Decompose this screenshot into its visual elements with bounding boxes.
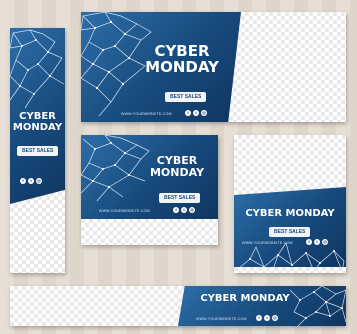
facebook-icon[interactable]: f — [173, 207, 179, 213]
website-url[interactable]: WWW.YOURWEBSITE.COM — [242, 241, 293, 245]
social-icons: f t ◎ — [306, 239, 328, 245]
skyscraper-title: CYBER MONDAY — [10, 111, 65, 133]
facebook-icon[interactable]: f — [20, 178, 26, 184]
facebook-icon[interactable]: f — [185, 110, 191, 116]
best-sales-button[interactable]: BEST SALES — [269, 227, 311, 237]
instagram-icon[interactable]: ◎ — [189, 207, 195, 213]
title-line-1: CYBER — [19, 111, 56, 122]
square-title: CYBER MONDAY — [245, 208, 335, 219]
skyscraper-banner: CYBER MONDAY BEST SALES f t ◎ — [10, 28, 65, 273]
twitter-icon[interactable]: t — [193, 110, 199, 116]
website-url[interactable]: WWW.YOURWEBSITE.COM — [121, 112, 172, 116]
title-line-2: MONDAY — [12, 121, 63, 133]
leaderboard-title: CYBER MONDAY — [200, 293, 290, 304]
facebook-icon[interactable]: f — [306, 239, 312, 245]
twitter-icon[interactable]: t — [28, 178, 34, 184]
best-sales-button[interactable]: BEST SALES — [165, 92, 207, 102]
wide-title: CYBER MONDAY — [137, 43, 227, 76]
instagram-icon[interactable]: ◎ — [201, 110, 207, 116]
instagram-icon[interactable]: ◎ — [272, 315, 278, 321]
title-line-1: CYBER — [156, 154, 198, 167]
medium-title: CYBER MONDAY — [143, 155, 211, 178]
twitter-icon[interactable]: t — [181, 207, 187, 213]
social-icons: f t ◎ — [173, 207, 195, 213]
website-url[interactable]: WWW.YOURWEBSITE.COM — [196, 317, 247, 321]
website-url[interactable]: WWW.YOURWEBSITE.COM — [99, 209, 150, 213]
title-line-2: MONDAY — [149, 165, 205, 179]
wide-banner: CYBER MONDAY BEST SALES WWW.YOURWEBSITE.… — [81, 12, 346, 122]
twitter-icon[interactable]: t — [314, 239, 320, 245]
social-icons: f t ◎ — [20, 178, 42, 184]
medium-banner: CYBER MONDAY BEST SALES WWW.YOURWEBSITE.… — [81, 135, 218, 245]
facebook-icon[interactable]: f — [256, 315, 262, 321]
instagram-icon[interactable]: ◎ — [322, 239, 328, 245]
twitter-icon[interactable]: t — [264, 315, 270, 321]
social-icons: f t ◎ — [256, 315, 278, 321]
best-sales-button[interactable]: BEST SALES — [159, 193, 201, 203]
leaderboard-banner: CYBER MONDAY WWW.YOURWEBSITE.COM f t ◎ — [10, 286, 346, 326]
best-sales-button[interactable]: BEST SALES — [17, 146, 59, 156]
square-banner: CYBER MONDAY BEST SALES WWW.YOURWEBSITE.… — [234, 135, 346, 273]
title-line-2: MONDAY — [145, 57, 219, 76]
instagram-icon[interactable]: ◎ — [36, 178, 42, 184]
social-icons: f t ◎ — [185, 110, 207, 116]
